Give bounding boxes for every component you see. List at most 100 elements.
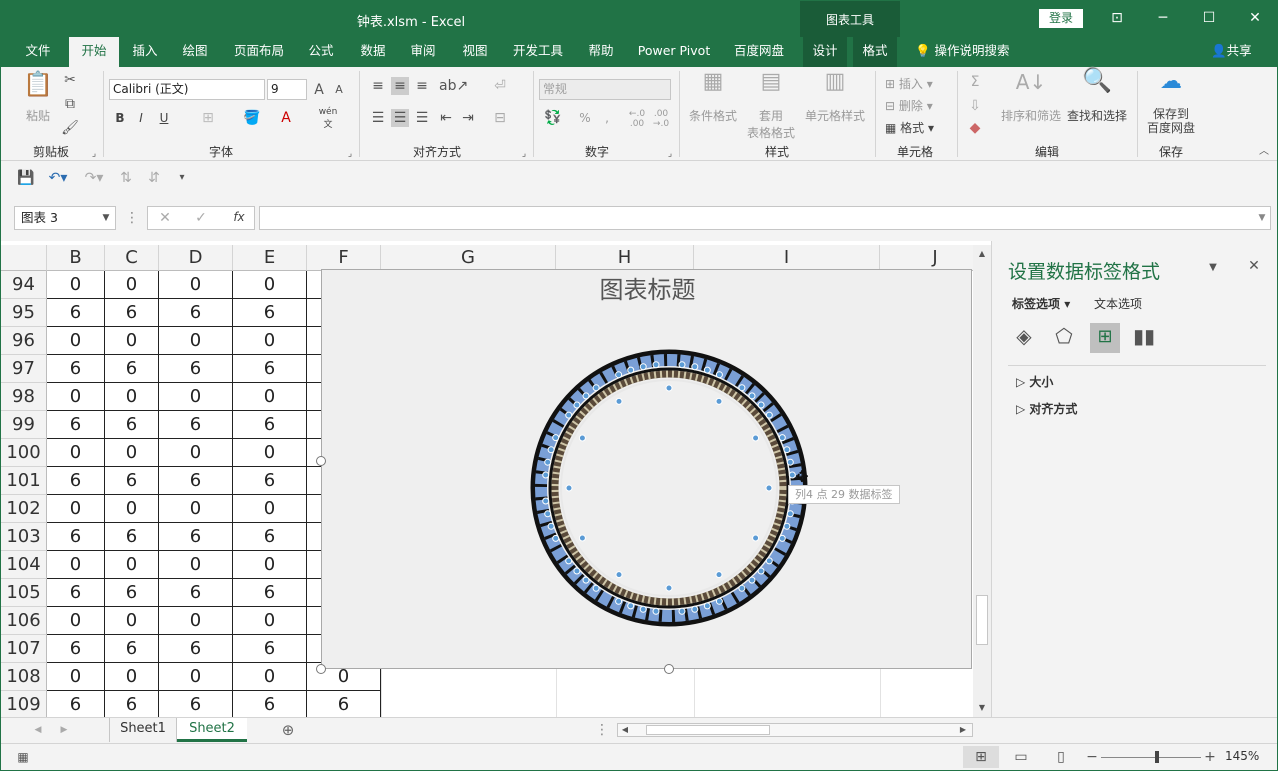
format-cells-button[interactable]: ▦ 格式 ▾	[885, 119, 945, 136]
cell[interactable]: 6	[159, 467, 233, 495]
tab-data[interactable]: 数据	[351, 37, 395, 67]
sort-asc-icon[interactable]: ⇅	[117, 169, 135, 187]
merge-center-icon[interactable]: ⊟	[491, 109, 509, 127]
scroll-up-icon[interactable]: ▲	[975, 245, 989, 263]
clock-ring-graphic[interactable]	[322, 270, 973, 670]
delete-cells-button[interactable]: ⊟ 删除 ▾	[885, 97, 945, 114]
copy-icon[interactable]: ⧉	[61, 95, 79, 113]
row-header[interactable]: 108	[1, 663, 47, 691]
cell[interactable]: 0	[105, 551, 159, 579]
cell[interactable]: 0	[159, 383, 233, 411]
bold-button[interactable]: B	[113, 111, 127, 125]
tab-power-pivot[interactable]: Power Pivot	[631, 37, 717, 67]
cell[interactable]: 6	[233, 635, 307, 663]
clear-icon[interactable]: ◆	[965, 119, 985, 137]
cell[interactable]: 0	[47, 551, 105, 579]
autosum-icon[interactable]: Σ	[965, 73, 985, 91]
cut-icon[interactable]: ✂	[61, 71, 79, 89]
effects-icon[interactable]: ⬠	[1052, 326, 1076, 346]
row-header[interactable]: 109	[1, 691, 47, 717]
align-center-icon[interactable]: ☰	[391, 109, 409, 127]
alignment-section[interactable]: ▷ 对齐方式	[1016, 400, 1077, 417]
format-painter-icon[interactable]: 🖌	[61, 119, 79, 137]
column-header-d[interactable]: D	[159, 245, 233, 271]
pane-options-icon[interactable]: ▼	[1206, 259, 1220, 277]
cell[interactable]: 6	[159, 299, 233, 327]
cell[interactable]: 0	[47, 327, 105, 355]
tab-insert[interactable]: 插入	[123, 37, 167, 67]
insert-function-button[interactable]: fx	[228, 210, 250, 224]
formula-input[interactable]	[259, 206, 1271, 230]
sort-desc-icon[interactable]: ⇵	[145, 169, 163, 187]
cell[interactable]: 6	[159, 635, 233, 663]
redo-icon[interactable]: ↷▾	[81, 169, 107, 187]
cell[interactable]: 6	[105, 523, 159, 551]
column-header-e[interactable]: E	[233, 245, 307, 271]
column-header-f[interactable]: F	[307, 245, 381, 271]
cell[interactable]: 6	[233, 691, 307, 717]
zoom-slider-track[interactable]	[1101, 757, 1201, 758]
cell[interactable]: 6	[105, 691, 159, 717]
label-options-icon[interactable]: ▮▮	[1132, 326, 1156, 346]
cell[interactable]: 0	[47, 663, 105, 691]
size-properties-icon[interactable]: ⊞	[1090, 323, 1120, 353]
cell[interactable]: 0	[233, 495, 307, 523]
column-header-i[interactable]: I	[694, 245, 880, 271]
decrease-indent-icon[interactable]: ⇤	[437, 109, 455, 127]
row-header[interactable]: 99	[1, 411, 47, 439]
cell[interactable]: 0	[159, 327, 233, 355]
cell[interactable]: 6	[233, 411, 307, 439]
sheet-tab-sheet2[interactable]: Sheet2	[177, 718, 247, 742]
cell[interactable]: 0	[47, 383, 105, 411]
cell[interactable]: 0	[159, 551, 233, 579]
cell[interactable]: 6	[47, 355, 105, 383]
cell[interactable]: 0	[105, 271, 159, 299]
cell[interactable]: 0	[47, 271, 105, 299]
sort-filter-icon[interactable]: A↓	[1013, 72, 1049, 92]
cell[interactable]: 6	[233, 299, 307, 327]
cell[interactable]: 6	[159, 691, 233, 717]
cell[interactable]: 6	[105, 411, 159, 439]
tab-home[interactable]: 开始	[69, 37, 119, 67]
cell[interactable]: 6	[47, 691, 105, 717]
maximize-icon[interactable]: ☐	[1197, 7, 1221, 29]
cell[interactable]: 0	[159, 607, 233, 635]
paste-icon[interactable]: 📋	[23, 72, 53, 105]
zoom-in-icon[interactable]: +	[1203, 748, 1217, 766]
zoom-out-icon[interactable]: −	[1085, 748, 1099, 766]
zoom-slider-thumb[interactable]	[1155, 751, 1159, 763]
cell[interactable]: 0	[105, 439, 159, 467]
scroll-right-icon[interactable]: ▶	[958, 721, 968, 739]
percent-button[interactable]: %	[577, 111, 593, 125]
row-header[interactable]: 98	[1, 383, 47, 411]
sheet-tab-sheet1[interactable]: Sheet1	[109, 718, 177, 742]
row-header[interactable]: 103	[1, 523, 47, 551]
column-header-b[interactable]: B	[47, 245, 105, 271]
cell[interactable]: 6	[47, 467, 105, 495]
save-icon[interactable]: 💾	[17, 169, 35, 187]
share-button[interactable]: 👤共享	[1211, 37, 1252, 67]
row-header[interactable]: 96	[1, 327, 47, 355]
cell[interactable]: 0	[105, 495, 159, 523]
grow-font-icon[interactable]: A	[311, 81, 327, 99]
cell[interactable]: 0	[105, 383, 159, 411]
orientation-icon[interactable]: ab↗	[439, 77, 468, 95]
cell[interactable]: 6	[159, 523, 233, 551]
collapse-ribbon-icon[interactable]: ︿	[1257, 143, 1271, 161]
cell[interactable]: 0	[105, 663, 159, 691]
scroll-left-icon[interactable]: ◀	[620, 721, 630, 739]
chart-resize-handle-bottom-left[interactable]	[316, 664, 326, 674]
cell[interactable]: 0	[105, 607, 159, 635]
tab-review[interactable]: 审阅	[401, 37, 445, 67]
cell[interactable]: 0	[233, 551, 307, 579]
row-header[interactable]: 94	[1, 271, 47, 299]
tab-baidu[interactable]: 百度网盘	[725, 37, 793, 67]
cell-styles-button[interactable]: 单元格样式	[803, 107, 867, 124]
shrink-font-icon[interactable]: A	[331, 81, 347, 99]
split-handle-icon[interactable]: ⋮	[595, 721, 609, 739]
table-format-icon[interactable]: ▤	[755, 71, 787, 93]
select-all-corner[interactable]	[1, 245, 47, 271]
cell[interactable]: 0	[159, 663, 233, 691]
tab-page-layout[interactable]: 页面布局	[227, 37, 291, 67]
cell[interactable]: 6	[47, 523, 105, 551]
